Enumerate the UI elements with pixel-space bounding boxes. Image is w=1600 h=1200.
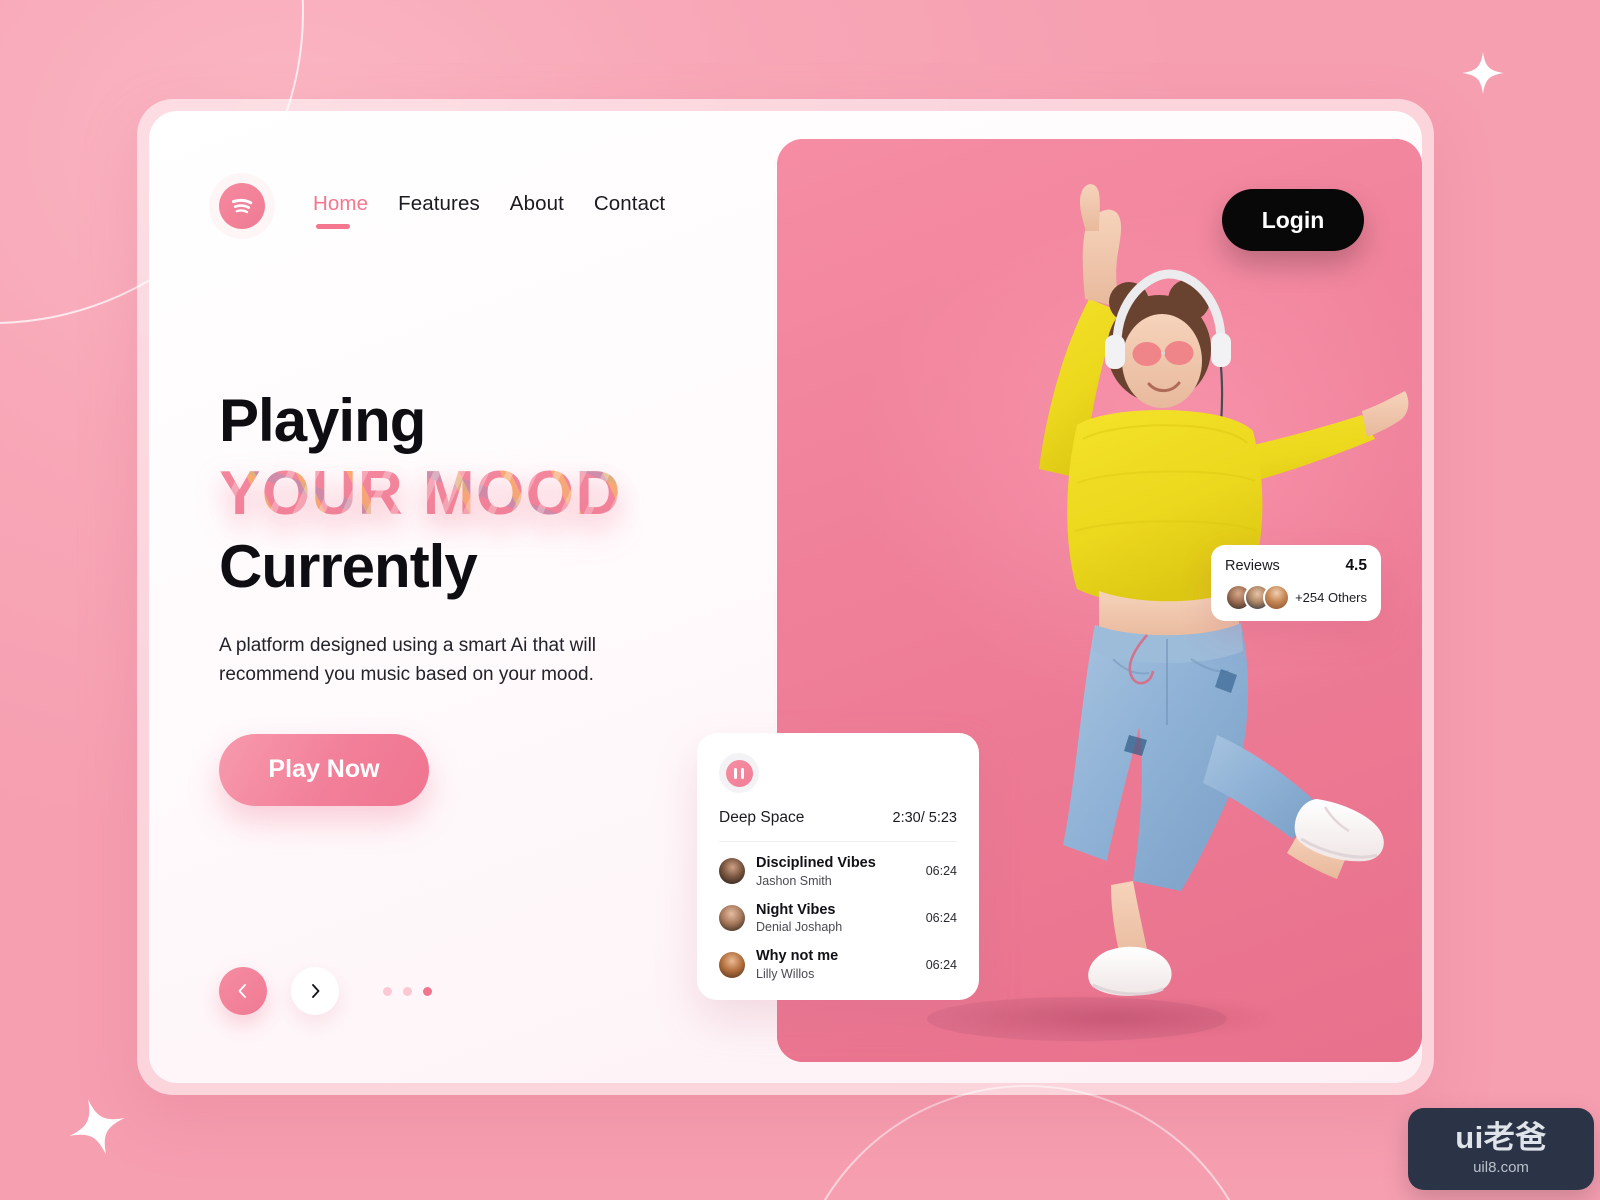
nav-item-features[interactable]: Features: [398, 192, 480, 220]
track-title: Night Vibes: [756, 901, 836, 918]
track-meta: Disciplined Vibes Jashon Smith: [756, 855, 918, 888]
track-title: Disciplined Vibes: [756, 855, 876, 871]
track-avatar: [719, 858, 745, 885]
now-playing-row: Deep Space 2:30/ 5:23: [719, 809, 957, 842]
carousel-dot-1[interactable]: [383, 986, 392, 996]
headline-line-2: YOUR MOOD: [219, 463, 779, 525]
reviews-header-row: Reviews 4.5: [1225, 557, 1367, 575]
page-root: Home Features About Contact Playing YOUR…: [0, 0, 1600, 1200]
track-meta: Why not me Lilly Willos: [756, 948, 918, 981]
nav-items: Home Features About Contact: [313, 192, 665, 229]
carousel-prev-button[interactable]: [219, 967, 267, 1015]
app-window-inner: Home Features About Contact Playing YOUR…: [149, 111, 1422, 1083]
player-header: Deep Space 2:30/ 5:23: [697, 733, 979, 842]
track-row[interactable]: Night Vibes Denial Joshaph 06:24: [719, 895, 957, 942]
headline-line-1: Playing: [219, 387, 426, 454]
carousel-dot-2[interactable]: [403, 986, 412, 996]
track-row[interactable]: Disciplined Vibes Jashon Smith 06:24: [719, 848, 957, 895]
music-player-card: Deep Space 2:30/ 5:23 Disciplined Vibes …: [697, 733, 979, 1000]
reviews-score: 4.5: [1345, 557, 1367, 574]
hero-subtitle: A platform designed using a smart Ai tha…: [219, 635, 597, 686]
pause-icon[interactable]: [719, 753, 759, 793]
track-duration: 06:24: [925, 957, 957, 972]
track-duration: 06:24: [925, 911, 957, 925]
app-window-card: Home Features About Contact Playing YOUR…: [137, 99, 1434, 1095]
carousel-dots: [383, 986, 432, 996]
reviewer-avatar-stack: [1225, 584, 1290, 611]
now-playing-title: Deep Space: [719, 809, 805, 826]
reviews-others-count: +254 Others: [1295, 590, 1367, 605]
avatar: [1263, 584, 1290, 611]
chevron-right-icon: [312, 984, 320, 998]
track-avatar: [719, 951, 745, 978]
track-meta: Night Vibes Denial Joshaph: [756, 902, 918, 935]
track-artist: Jashon Smith: [756, 873, 832, 888]
play-now-button[interactable]: Play Now: [219, 733, 429, 806]
track-artist: Denial Joshaph: [756, 920, 843, 935]
carousel-controls: [219, 967, 432, 1015]
nav-item-home[interactable]: Home: [313, 192, 368, 229]
track-row[interactable]: Why not me Lilly Willos 06:24: [719, 941, 957, 988]
pause-bar-left: [734, 767, 738, 779]
sparkle-icon-top-right: [1462, 52, 1504, 94]
headline-line-3: Currently: [219, 533, 478, 600]
navbar: Home Features About Contact: [219, 183, 665, 229]
sparkle-icon-bottom-left: [69, 1099, 125, 1155]
watermark-url: uil8.com: [1473, 1159, 1529, 1176]
pause-bar-right: [740, 767, 744, 779]
track-artist: Lilly Willos: [756, 967, 815, 982]
pause-glyph: [725, 759, 753, 787]
carousel-dot-3[interactable]: [423, 986, 432, 996]
nav-item-about[interactable]: About: [510, 192, 564, 220]
login-button[interactable]: Login: [1222, 189, 1364, 251]
photo-floor-shadow: [947, 996, 1277, 1040]
spotify-logo-icon[interactable]: [219, 183, 265, 229]
hero-copy: Playing YOUR MOOD Currently A platform d…: [219, 391, 779, 806]
nav-item-contact[interactable]: Contact: [594, 192, 665, 220]
track-avatar: [719, 905, 745, 931]
track-title: Why not me: [756, 948, 839, 965]
carousel-next-button[interactable]: [291, 967, 339, 1015]
watermark-title: ui老爸: [1455, 1120, 1547, 1155]
background-circle-bottom: [790, 1085, 1264, 1200]
reviews-footer-row: +254 Others: [1225, 584, 1367, 611]
watermark-circle-icon: [1422, 1120, 1434, 1132]
track-list: Disciplined Vibes Jashon Smith 06:24 Nig…: [697, 842, 979, 1000]
reviews-label: Reviews: [1225, 558, 1280, 574]
now-playing-time: 2:30/ 5:23: [892, 810, 958, 826]
reviews-card: Reviews 4.5 +254 Others: [1211, 545, 1381, 621]
watermark-badge: ui老爸 uil8.com: [1408, 1108, 1594, 1190]
chevron-left-icon: [238, 984, 246, 998]
track-duration: 06:24: [925, 864, 957, 879]
